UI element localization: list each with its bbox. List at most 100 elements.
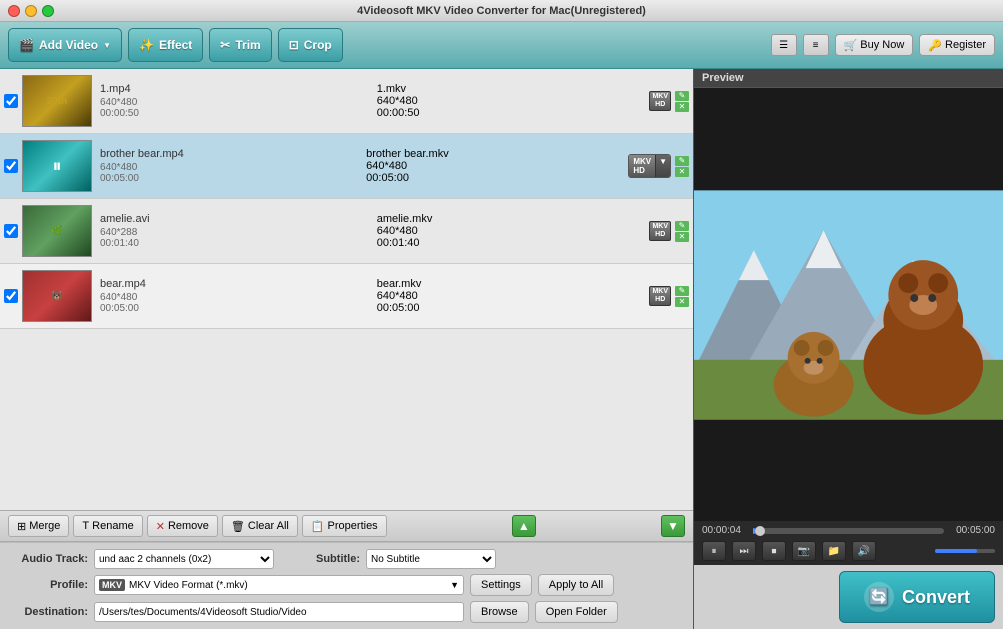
destination-input[interactable] <box>94 602 464 622</box>
move-down-button[interactable]: ▼ <box>661 515 685 537</box>
volume-slider[interactable] <box>935 549 995 553</box>
format-dropdown-arrow-2[interactable]: ▼ <box>655 155 670 177</box>
trim-button[interactable]: ✂ Trim <box>209 28 271 62</box>
key-icon: 🔑 <box>928 39 942 52</box>
rename-label: Rename <box>92 520 134 532</box>
delete-icon-1[interactable]: ✕ <box>675 102 689 112</box>
register-button[interactable]: 🔑 Register <box>919 34 995 56</box>
row-arrows-1: ✎ ✕ <box>675 91 689 112</box>
list-view-button[interactable]: ☰ <box>771 34 797 56</box>
input-dur-1: 00:00:50 <box>100 108 365 119</box>
merge-button[interactable]: ⊞ Merge <box>8 515 69 537</box>
input-dur-3: 00:01:40 <box>100 238 365 249</box>
mkv-profile-icon: MKV <box>99 579 125 591</box>
add-video-dropdown-icon: ▼ <box>103 41 111 50</box>
output-name-4: bear.mkv <box>377 278 642 290</box>
file-checkbox-4[interactable] <box>4 289 18 303</box>
file-checkbox-2[interactable] <box>4 159 18 173</box>
file-output-2: brother bear.mkv 640*480 00:05:00 <box>362 148 624 184</box>
input-name-3: amelie.avi <box>100 213 365 225</box>
browse-button[interactable]: Browse <box>470 601 529 623</box>
convert-label: Convert <box>902 587 970 608</box>
add-video-button[interactable]: 🎬 Add Video ▼ <box>8 28 122 62</box>
output-dims-3: 640*480 <box>377 225 642 237</box>
delete-icon-2[interactable]: ✕ <box>675 167 689 177</box>
crop-button[interactable]: ⊡ Crop <box>278 28 343 62</box>
add-video-label: Add Video <box>39 38 98 52</box>
close-button[interactable] <box>8 5 20 17</box>
format-button-4[interactable]: MKVHD <box>649 286 671 307</box>
settings-button[interactable]: Settings <box>470 574 532 596</box>
file-checkbox-3[interactable] <box>4 224 18 238</box>
title-bar: 4Videosoft MKV Video Converter for Mac(U… <box>0 0 1003 22</box>
delete-icon-3[interactable]: ✕ <box>675 232 689 242</box>
window-title: 4Videosoft MKV Video Converter for Mac(U… <box>357 5 646 17</box>
minimize-button[interactable] <box>25 5 37 17</box>
file-actions-4: MKVHD <box>649 286 671 307</box>
toolbar-right: ☰ ≡ 🛒 Buy Now 🔑 Register <box>771 34 995 56</box>
properties-icon: 📋 <box>311 520 325 533</box>
file-output-1: 1.mkv 640*480 00:00:50 <box>373 83 646 119</box>
open-folder-button[interactable]: Open Folder <box>535 601 618 623</box>
merge-label: Merge <box>29 520 60 532</box>
screenshot-button[interactable]: 📷 <box>792 541 816 561</box>
step-forward-button[interactable]: ⏭ <box>732 541 756 561</box>
main-content: 20th 1.mp4 640*480 00:00:50 1.mkv 640*48… <box>0 69 1003 629</box>
register-label: Register <box>945 39 986 51</box>
profile-dropdown-arrow[interactable]: ▼ <box>450 580 459 590</box>
effect-label: Effect <box>159 38 192 52</box>
buy-now-button[interactable]: 🛒 Buy Now <box>835 34 914 56</box>
progress-bar[interactable] <box>753 528 944 534</box>
profile-label: Profile: <box>8 579 88 591</box>
thumbnail-4: 🐻 <box>22 270 92 322</box>
settings-bar: Audio Track: und aac 2 channels (0x2) Su… <box>0 542 693 629</box>
format-btn-main-2[interactable]: MKVHD <box>629 155 655 177</box>
file-checkbox-1[interactable] <box>4 94 18 108</box>
subtitle-select[interactable]: No Subtitle <box>366 549 496 569</box>
progress-bar-container: 00:00:04 00:05:00 <box>702 525 995 536</box>
table-row: 20th 1.mp4 640*480 00:00:50 1.mkv 640*48… <box>0 69 693 134</box>
row-arrows-2: ✎ ✕ <box>675 156 689 177</box>
grid-view-button[interactable]: ≡ <box>803 34 829 56</box>
output-dur-1: 00:00:50 <box>377 107 642 119</box>
format-button-3[interactable]: MKVHD <box>649 221 671 242</box>
total-time: 00:05:00 <box>950 525 995 536</box>
edit-up-icon-4[interactable]: ✎ <box>675 286 689 296</box>
playback-controls: ⏸ ⏭ ⏹ 📷 📁 🔊 <box>702 541 995 561</box>
format-dropdown-2[interactable]: MKVHD ▼ <box>628 154 671 178</box>
convert-icon: 🔄 <box>864 582 894 612</box>
apply-to-all-button[interactable]: Apply to All <box>538 574 614 596</box>
maximize-button[interactable] <box>42 5 54 17</box>
audio-track-select[interactable]: und aac 2 channels (0x2) <box>94 549 274 569</box>
properties-button[interactable]: 📋 Properties <box>302 515 387 537</box>
input-name-2: brother bear.mp4 <box>100 148 354 160</box>
table-row: 🐻 bear.mp4 640*480 00:05:00 bear.mkv 640… <box>0 264 693 329</box>
move-up-button[interactable]: ▲ <box>512 515 536 537</box>
remove-icon: ✕ <box>156 520 165 533</box>
convert-button[interactable]: 🔄 Convert <box>839 571 995 623</box>
preview-svg <box>694 190 1003 420</box>
properties-label: Properties <box>328 520 378 532</box>
effect-button[interactable]: ✨ Effect <box>128 28 203 62</box>
thumbnail-2: ⏸ <box>22 140 92 192</box>
destination-label: Destination: <box>8 606 88 618</box>
rename-button[interactable]: T Rename <box>73 515 142 537</box>
output-name-1: 1.mkv <box>377 83 642 95</box>
edit-up-icon-1[interactable]: ✎ <box>675 91 689 101</box>
file-output-3: amelie.mkv 640*480 00:01:40 <box>373 213 646 249</box>
input-dims-1: 640*480 <box>100 97 365 108</box>
remove-button[interactable]: ✕ Remove <box>147 515 218 537</box>
stop-button[interactable]: ⏹ <box>762 541 786 561</box>
window-controls[interactable] <box>8 5 54 17</box>
input-name-4: bear.mp4 <box>100 278 365 290</box>
clear-all-button[interactable]: 🗑 Clear All <box>222 515 298 537</box>
edit-up-icon-3[interactable]: ✎ <box>675 221 689 231</box>
format-button-1[interactable]: MKVHD <box>649 91 671 112</box>
volume-button[interactable]: 🔊 <box>852 541 876 561</box>
crop-icon: ⊡ <box>289 38 299 52</box>
folder-button[interactable]: 📁 <box>822 541 846 561</box>
pause-button[interactable]: ⏸ <box>702 541 726 561</box>
input-dur-2: 00:05:00 <box>100 173 354 184</box>
delete-icon-4[interactable]: ✕ <box>675 297 689 307</box>
edit-up-icon-2[interactable]: ✎ <box>675 156 689 166</box>
